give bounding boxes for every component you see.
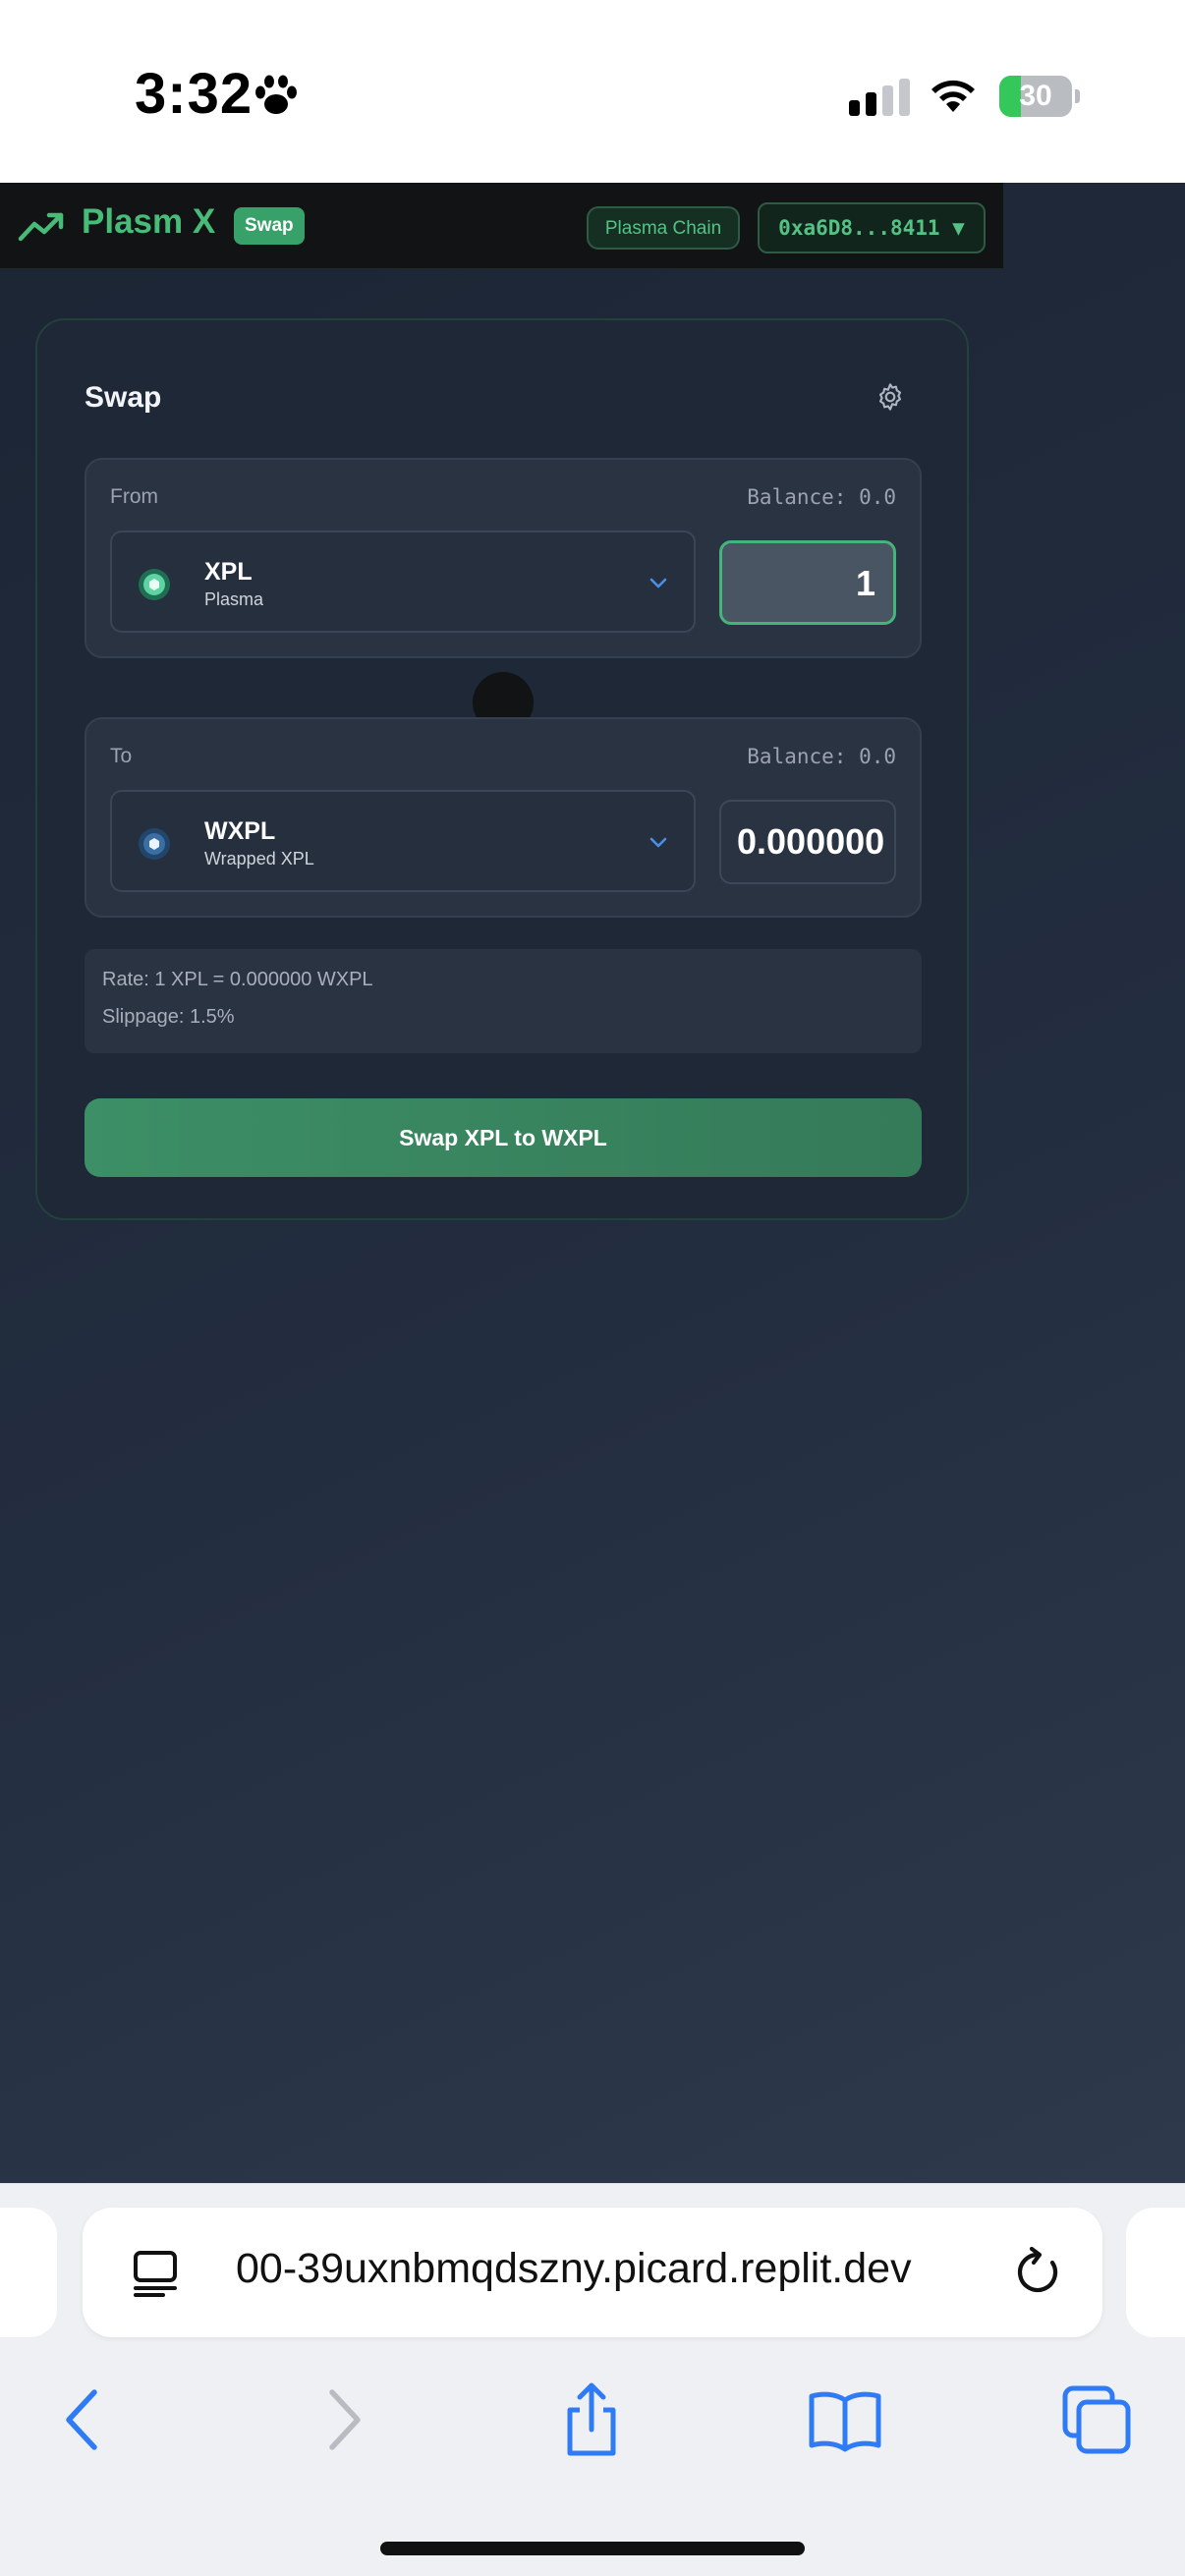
tabs-icon[interactable] [1057, 2380, 1136, 2459]
share-icon[interactable] [552, 2380, 631, 2459]
rate-info: Rate: 1 XPL = 0.000000 WXPL Slippage: 1.… [85, 949, 922, 1053]
wallet-button[interactable]: 0xa6D8...8411 ▼ [758, 202, 986, 253]
reload-icon[interactable] [1014, 2247, 1063, 2298]
wxpl-token-icon [139, 828, 170, 860]
from-token-symbol: XPL [204, 558, 253, 586]
from-token-box: From Balance: 0.0 XPL Plasma 1 [85, 458, 922, 658]
cellular-signal-icon [849, 79, 910, 116]
back-icon[interactable] [45, 2380, 124, 2459]
card-title: Swap [85, 381, 162, 414]
previous-tab-preview[interactable] [0, 2208, 57, 2337]
page-menu-icon[interactable] [132, 2249, 179, 2298]
xpl-token-icon [139, 569, 170, 600]
network-button[interactable]: Plasma Chain [587, 206, 740, 250]
settings-gear-icon[interactable] [875, 381, 906, 413]
from-label: From [110, 485, 158, 508]
web-page: Plasm X Swap Plasma Chain 0xa6D8...8411 … [0, 183, 1185, 2183]
url-text[interactable]: 00-39uxnbmqdszny.picard.replit.dev [236, 2245, 992, 2293]
swap-button[interactable]: Swap XPL to WXPL [85, 1098, 922, 1177]
slippage: Slippage: 1.5% [102, 1006, 235, 1028]
from-amount-input[interactable]: 1 [719, 540, 896, 625]
battery-icon: 30 [999, 76, 1080, 117]
wifi-icon [931, 80, 975, 112]
battery-level-text: 30 [1019, 80, 1052, 112]
to-token-symbol: WXPL [204, 817, 276, 845]
address-bar[interactable]: 00-39uxnbmqdszny.picard.replit.dev [83, 2208, 1102, 2337]
status-bar: 3:32 30 [0, 0, 1185, 183]
from-token-select[interactable]: XPL Plasma [110, 531, 696, 633]
bookmarks-icon[interactable] [806, 2380, 884, 2459]
to-token-select[interactable]: WXPL Wrapped XPL [110, 790, 696, 892]
status-time: 3:32 [135, 62, 254, 126]
browser-toolbar [0, 2367, 1185, 2475]
page-badge: Swap [234, 207, 305, 245]
chevron-down-icon [649, 578, 667, 588]
swap-card: Swap From Balance: 0.0 XPL Plasma 1 To B… [35, 318, 969, 1220]
to-token-box: To Balance: 0.0 WXPL Wrapped XPL 0.00000… [85, 717, 922, 918]
to-label: To [110, 745, 133, 767]
browser-chrome: 00-39uxnbmqdszny.picard.replit.dev [0, 2183, 1185, 2576]
from-token-name: Plasma [204, 589, 264, 609]
next-tab-preview[interactable] [1126, 2208, 1185, 2337]
brand-name[interactable]: Plasm X [82, 202, 215, 242]
home-indicator[interactable] [380, 2542, 805, 2555]
to-token-name: Wrapped XPL [204, 849, 314, 868]
paw-icon [255, 75, 297, 114]
to-balance: Balance: 0.0 [747, 745, 896, 768]
to-amount-output[interactable]: 0.000000 [719, 800, 896, 884]
app-header: Plasm X Swap Plasma Chain 0xa6D8...8411 … [0, 183, 1003, 269]
from-balance: Balance: 0.0 [747, 485, 896, 509]
exchange-rate: Rate: 1 XPL = 0.000000 WXPL [102, 969, 373, 990]
forward-icon[interactable] [303, 2380, 381, 2459]
trending-up-icon [18, 212, 64, 242]
chevron-down-icon [649, 837, 667, 848]
